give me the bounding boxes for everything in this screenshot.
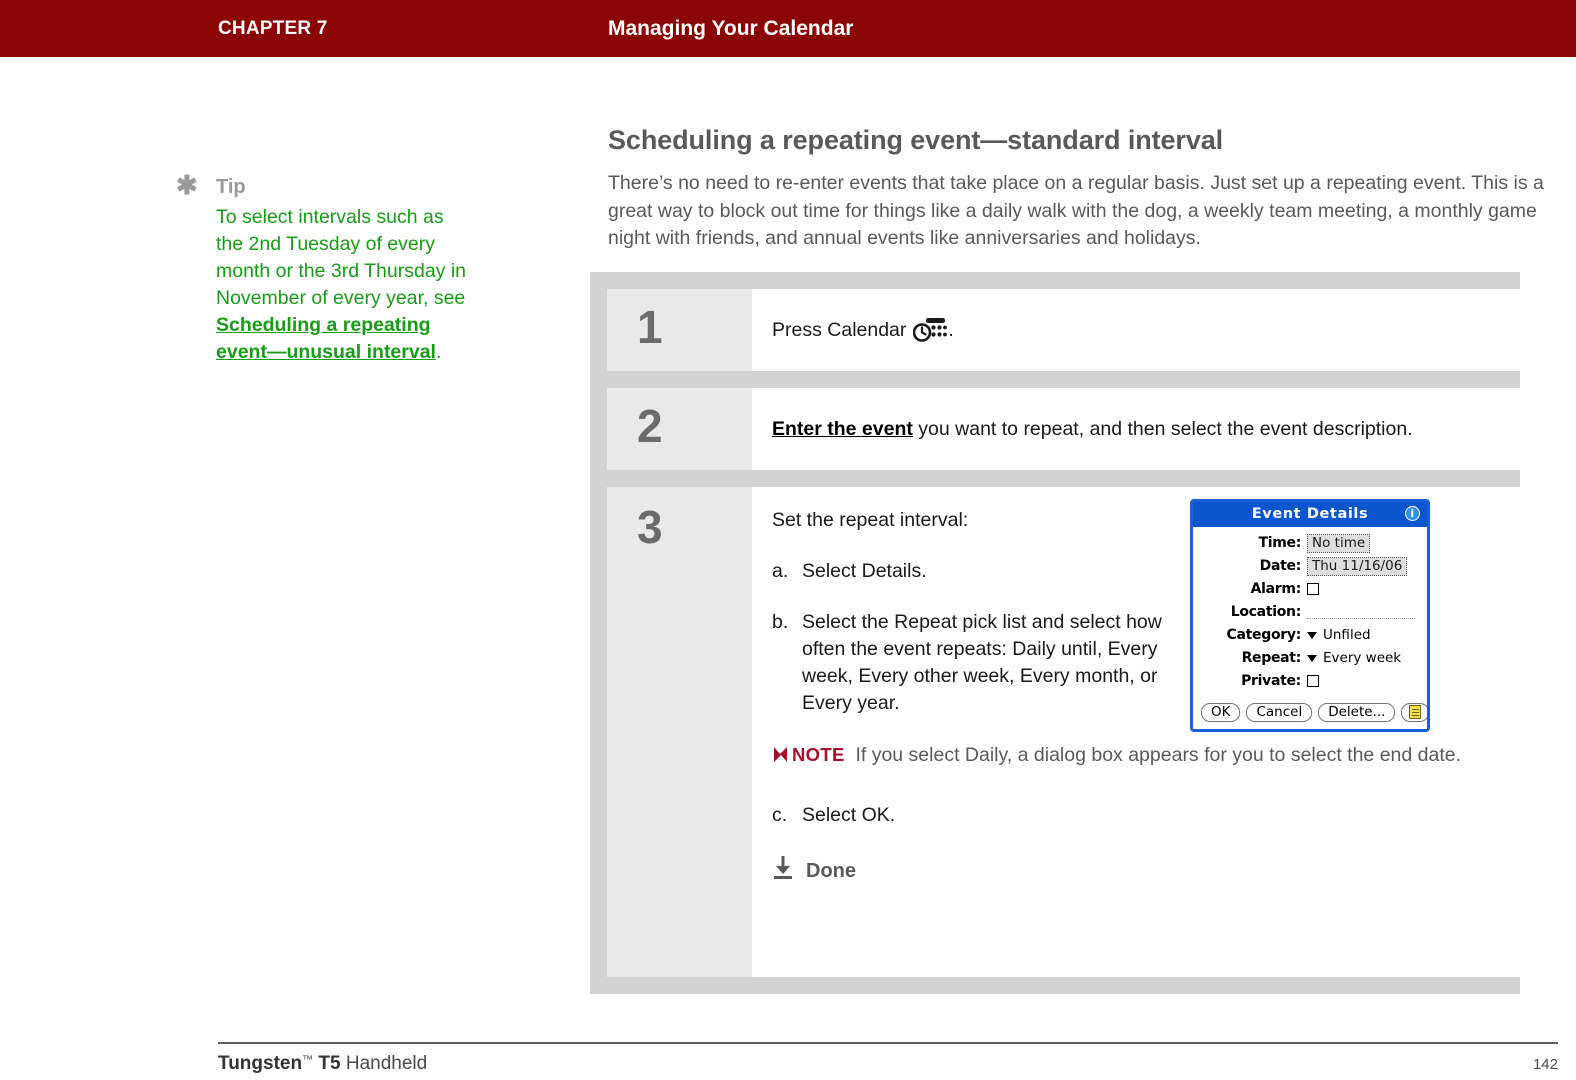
field-date: Date: Thu 11/16/06 [1197, 556, 1419, 576]
field-location-label: Location: [1230, 604, 1302, 620]
cancel-button[interactable]: Cancel [1246, 703, 1313, 722]
field-repeat-label: Repeat: [1241, 650, 1302, 666]
step-content-3: Set the repeat interval: a. Select Detai… [752, 487, 1568, 977]
page-title: Scheduling a repeating event—standard in… [608, 125, 1224, 155]
page-number: 142 [1532, 1056, 1558, 1073]
note-page-icon [1409, 705, 1422, 719]
field-repeat: Repeat: Every week [1197, 648, 1419, 668]
substep-c-text: Select OK. [802, 804, 896, 826]
tip-callout: ✱ Tip To select intervals such as the 2n… [176, 172, 476, 366]
step-3-lead: Set the repeat interval: [772, 509, 969, 531]
delete-button[interactable]: Delete... [1318, 703, 1396, 722]
step-2-text-after: you want to repeat, and then select the … [912, 417, 1413, 440]
field-date-value[interactable]: Thu 11/16/06 [1307, 556, 1408, 576]
field-location: Location: [1197, 602, 1419, 622]
page-header: CHAPTER 7 Managing Your Calendar [0, 0, 1576, 57]
field-repeat-value[interactable]: Every week [1323, 650, 1401, 666]
footer-model: T5 [318, 1053, 341, 1074]
substep-b: b. Select the Repeat pick list and selec… [772, 609, 1167, 717]
field-time-label: Time: [1258, 535, 1301, 551]
footer-product: Tungsten™ T5 Handheld [218, 1053, 427, 1075]
note-badge: NOTE [792, 744, 845, 765]
substep-b-marker: b. [772, 611, 789, 633]
location-input[interactable] [1307, 606, 1415, 619]
download-arrow-icon [772, 855, 794, 887]
tip-text-after: . [435, 341, 442, 363]
substep-b-text: Select the Repeat pick list and select h… [802, 611, 1162, 714]
field-private: Private: [1197, 671, 1419, 691]
field-category: Category: Unfiled [1197, 625, 1419, 645]
step-1-text-after: . [948, 318, 954, 341]
note-page-icon-button[interactable] [1401, 703, 1427, 722]
note-callout: NOTE If you select Daily, a dialog box a… [772, 741, 1552, 772]
field-date-label: Date: [1259, 558, 1302, 574]
step-row-3: 3 Set the repeat interval: a. Select Det… [607, 487, 1568, 977]
dialog-title-bar: Event Details i [1193, 502, 1427, 527]
step-number-2: 2 [607, 388, 752, 470]
chapter-label: CHAPTER 7 [218, 18, 328, 39]
tip-crossref-link[interactable]: Scheduling a repeating event—unusual int… [216, 314, 436, 363]
enter-the-event-link[interactable]: Enter the event [772, 418, 913, 440]
tip-text: To select intervals such as the 2nd Tues… [216, 204, 468, 366]
chevron-down-icon[interactable] [1307, 654, 1317, 662]
field-time-value[interactable]: No time [1307, 533, 1371, 553]
ok-button[interactable]: OK [1201, 703, 1241, 722]
done-marker: Done [772, 855, 1552, 887]
page-root: CHAPTER 7 Managing Your Calendar ✱ Tip T… [0, 0, 1576, 1080]
asterisk-icon: ✱ [176, 170, 198, 200]
intro-paragraph: There’s no need to re-enter events that … [608, 172, 1544, 249]
step-number-1: 1 [607, 289, 752, 371]
dialog-fields: Time: No time Date: Thu 11/16/06 Alarm: [1193, 527, 1427, 698]
page-footer: Tungsten™ T5 Handheld 142 [218, 1042, 1558, 1075]
dialog-title: Event Details [1251, 506, 1369, 522]
trademark-symbol: ™ [302, 1054, 314, 1066]
private-checkbox[interactable] [1307, 675, 1319, 687]
note-text: If you select Daily, a dialog box appear… [855, 744, 1462, 766]
field-alarm-label: Alarm: [1250, 581, 1302, 597]
section-title: Managing Your Calendar [608, 17, 854, 40]
step-row-2: 2 Enter the event you want to repeat, an… [607, 388, 1520, 470]
note-flag-icon [772, 745, 789, 772]
step-row-1: 1 Press Calendar . [607, 289, 1520, 371]
done-label: Done [806, 859, 856, 882]
substep-c-marker: c. [772, 804, 788, 826]
alarm-checkbox[interactable] [1307, 583, 1319, 595]
footer-product-name: Tungsten [218, 1053, 303, 1074]
substep-a-marker: a. [772, 560, 789, 582]
dialog-buttons: OK Cancel Delete... [1193, 698, 1427, 729]
field-category-value[interactable]: Unfiled [1323, 627, 1371, 643]
tip-header: ✱ Tip [176, 172, 476, 202]
field-time: Time: No time [1197, 533, 1419, 553]
step-3-instructions: Set the repeat interval: a. Select Detai… [772, 509, 1167, 717]
substep-a-text: Select Details. [802, 560, 927, 582]
field-category-label: Category: [1226, 627, 1302, 643]
footer-kind: Handheld [345, 1053, 428, 1074]
tip-label: Tip [216, 176, 246, 198]
step-number-3: 3 [607, 487, 752, 977]
info-icon[interactable]: i [1405, 506, 1420, 521]
event-details-dialog: Event Details i Time: No time Date: Thu … [1190, 499, 1430, 732]
steps-panel: 1 Press Calendar . 2 Enter the event you… [590, 272, 1568, 994]
field-alarm: Alarm: [1197, 579, 1419, 599]
calendar-button-icon [913, 318, 948, 342]
main-column: Scheduling a repeating event—standard in… [608, 125, 1570, 253]
chevron-down-icon[interactable] [1307, 631, 1317, 639]
field-private-label: Private: [1241, 673, 1301, 689]
tip-text-before: To select intervals such as the 2nd Tues… [216, 206, 467, 309]
step-1-text-before: Press Calendar [772, 318, 907, 341]
step-content-1: Press Calendar . [752, 289, 1520, 371]
substep-c: c. Select OK. [772, 804, 1552, 827]
step-content-2: Enter the event you want to repeat, and … [752, 388, 1520, 470]
substep-a: a. Select Details. [772, 558, 1167, 585]
footer-divider [218, 1042, 1558, 1044]
